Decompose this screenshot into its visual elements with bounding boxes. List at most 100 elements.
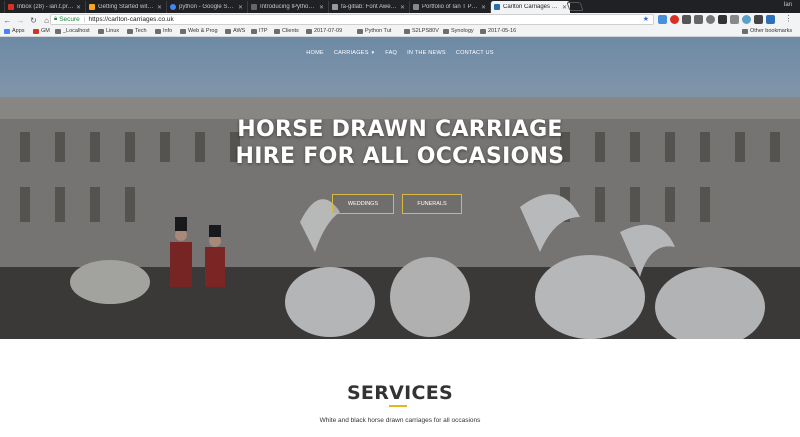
hero-headline-line1: HORSE DRAWN CARRIAGE	[237, 117, 563, 142]
weddings-button[interactable]: WEDDINGS	[332, 194, 394, 214]
close-icon[interactable]: ✕	[76, 4, 81, 11]
extension-icon[interactable]	[718, 15, 727, 24]
folder-icon	[443, 28, 449, 34]
folder-icon	[357, 28, 363, 34]
url-text: https://carlton-carriages.co.uk	[88, 16, 174, 23]
address-bar[interactable]: 🔒︎ Secure | https://carlton-carriages.co…	[50, 14, 654, 25]
bookmark-item[interactable]: _Localhost	[55, 28, 90, 34]
extension-icon[interactable]	[754, 15, 763, 24]
extension-icon[interactable]	[658, 15, 667, 24]
page-icon	[413, 4, 419, 10]
close-icon[interactable]: ✕	[319, 4, 324, 11]
funerals-button[interactable]: FUNERALS	[402, 194, 462, 214]
folder-icon	[480, 28, 486, 34]
nav-in-the-news[interactable]: IN THE NEWS	[407, 50, 446, 56]
reload-icon[interactable]: ↻	[28, 15, 39, 26]
bookmark-label: AWS	[233, 28, 246, 34]
browser-tab[interactable]: Portfolio of Ian T Price… ✕	[409, 1, 489, 13]
bookmark-item[interactable]: Linux	[98, 28, 119, 34]
nav-home[interactable]: HOME	[306, 50, 324, 56]
bookmark-item[interactable]: Python Tut	[357, 28, 391, 34]
document-icon	[251, 4, 257, 10]
bookmark-item[interactable]: GM	[33, 28, 50, 34]
close-icon[interactable]: ✕	[481, 4, 486, 11]
extension-icon[interactable]	[706, 15, 715, 24]
folder-icon	[155, 28, 161, 34]
nav-carriages[interactable]: CARRIAGES ▼	[334, 50, 375, 56]
extension-icon[interactable]	[694, 15, 703, 24]
folder-icon	[180, 28, 186, 34]
nav-faq[interactable]: FAQ	[385, 50, 397, 56]
bookmark-item[interactable]: S2LPS80V	[404, 28, 439, 34]
browser-tab-active[interactable]: Carlton Carriages Hors… ✕	[490, 1, 570, 13]
caret-down-icon: ▼	[370, 50, 376, 55]
close-icon[interactable]: ✕	[238, 4, 243, 11]
folder-icon	[55, 28, 61, 34]
bookmark-label: Tech	[135, 28, 147, 34]
bookmark-label: 2017-05-16	[488, 28, 517, 34]
main-nav: HOME CARRIAGES ▼ FAQ IN THE NEWS CONTACT …	[0, 37, 800, 69]
bookmark-label: GM	[41, 28, 50, 34]
profile-name[interactable]: Ian	[784, 2, 792, 8]
close-icon[interactable]: ✕	[400, 4, 405, 11]
tab-title: Inbox (28) - ian.t.prin…	[17, 4, 74, 10]
bookmark-item[interactable]: ITP	[251, 28, 268, 34]
bookmark-label: Apps	[12, 28, 25, 34]
tab-title: Portfolio of Ian T Price…	[422, 4, 479, 10]
extension-icon[interactable]	[742, 15, 751, 24]
bookmark-label: Web & Prog	[188, 28, 218, 34]
browser-tab[interactable]: python - Google Search ✕	[166, 1, 246, 13]
hero-banner: HOME CARRIAGES ▼ FAQ IN THE NEWS CONTACT …	[0, 37, 800, 339]
other-bookmarks[interactable]: Other bookmarks	[742, 28, 792, 34]
bookmark-star-icon[interactable]: ★	[643, 15, 649, 23]
folder-icon	[98, 28, 104, 34]
bookmark-label: 2017-07-09	[314, 28, 343, 34]
google-icon	[170, 4, 176, 10]
close-icon[interactable]: ✕	[562, 4, 567, 11]
lock-icon: 🔒︎	[54, 16, 58, 22]
extension-icon[interactable]	[730, 15, 739, 24]
bookmark-item[interactable]: Web & Prog	[180, 28, 218, 34]
folder-icon	[404, 28, 410, 34]
bookmark-item[interactable]: AWS	[225, 28, 245, 34]
bookmark-item[interactable]: Synology	[443, 28, 474, 34]
nav-contact-us[interactable]: CONTACT US	[456, 50, 494, 56]
bookmark-item[interactable]: Clients	[274, 28, 299, 34]
services-divider	[389, 405, 407, 407]
browser-tab[interactable]: Introducing IPython — I… ✕	[247, 1, 327, 13]
back-arrow-icon[interactable]: ←	[2, 15, 13, 26]
extension-icon[interactable]	[766, 15, 775, 24]
folder-icon	[225, 28, 231, 34]
bookmark-label: Clients	[282, 28, 299, 34]
bookmark-label: Other bookmarks	[750, 28, 793, 34]
bookmark-item[interactable]: Apps	[4, 28, 25, 34]
new-tab-button[interactable]	[566, 2, 584, 11]
bookmark-label: ITP	[259, 28, 268, 34]
close-icon[interactable]: ✕	[157, 4, 162, 11]
bookmark-label: Python Tut	[365, 28, 392, 34]
browser-toolbar: ← → ↻ ⌂ 🔒︎ Secure | https://carlton-carr…	[0, 13, 800, 27]
forward-arrow-icon[interactable]: →	[15, 15, 26, 26]
browser-tab[interactable]: fa-gitlab: Font Awesom… ✕	[328, 1, 408, 13]
menu-kebab-icon[interactable]: ⋮	[784, 15, 793, 24]
folder-icon	[274, 28, 280, 34]
hero-headline-line2: HIRE FOR ALL OCCASIONS	[235, 144, 565, 169]
extension-icon[interactable]	[682, 15, 691, 24]
bookmarks-bar: Apps GM _Localhost Linux Tech Info Web &…	[0, 27, 800, 37]
services-title: SERVICES	[346, 382, 454, 404]
bookmark-item[interactable]: Tech	[127, 28, 147, 34]
tab-title: fa-gitlab: Font Awesom…	[341, 4, 398, 10]
tab-title: Introducing IPython — I…	[260, 4, 317, 10]
divider: |	[83, 16, 86, 23]
bookmark-item[interactable]: Info	[155, 28, 172, 34]
bookmark-label: _Localhost	[63, 28, 90, 34]
browser-tab[interactable]: Inbox (28) - ian.t.prin… ✕	[4, 1, 84, 13]
gmail-icon	[33, 28, 39, 34]
browser-tab[interactable]: Getting Started with A… ✕	[85, 1, 165, 13]
tab-title: Carlton Carriages Hors…	[503, 4, 560, 10]
bookmark-item[interactable]: 2017-07-09	[306, 28, 342, 34]
adblock-icon[interactable]	[670, 15, 679, 24]
cloud-icon	[89, 4, 95, 10]
bookmark-item[interactable]: 2017-05-16	[480, 28, 516, 34]
hero-headline: HORSE DRAWN CARRIAGE HIRE FOR ALL OCCASI…	[0, 116, 800, 170]
